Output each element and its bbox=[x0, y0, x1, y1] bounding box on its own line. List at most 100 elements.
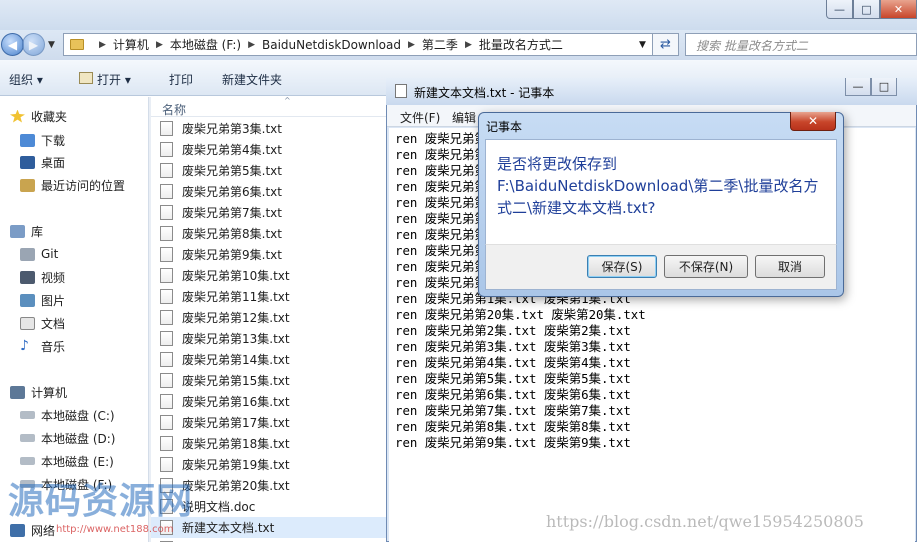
file-row[interactable]: 废柴兄弟第16集.txt bbox=[160, 391, 290, 412]
music-icon: ♪ bbox=[20, 337, 29, 354]
refresh-icon[interactable]: ⇄ bbox=[653, 33, 679, 56]
minimize-button[interactable]: — bbox=[826, 0, 853, 19]
maximize-button[interactable]: □ bbox=[853, 0, 880, 19]
menu-edit[interactable]: 编辑 bbox=[452, 109, 476, 126]
text-line: ren 废柴兄弟第5集.txt 废柴第5集.txt bbox=[395, 371, 631, 386]
file-row[interactable]: 废柴兄弟第15集.txt bbox=[160, 370, 290, 391]
text-file-icon bbox=[160, 394, 173, 409]
address-bar[interactable]: ▶ 计算机 ▶ 本地磁盘 (F:) ▶ BaiduNetdiskDownload… bbox=[63, 33, 653, 56]
text-file-icon bbox=[160, 289, 173, 304]
file-row[interactable]: 废柴兄弟第9集.txt bbox=[160, 244, 282, 265]
git-icon bbox=[20, 247, 35, 261]
site-logo-watermark: 源码资源网 bbox=[8, 481, 194, 522]
nav-recent[interactable]: 最近访问的位置 bbox=[20, 175, 125, 195]
explorer-titlebar bbox=[0, 0, 917, 30]
menu-file[interactable]: 文件(F) bbox=[400, 109, 440, 126]
screen: — □ ✕ ◀ ▶ ▼ ▶ 计算机 ▶ 本地磁盘 (F:) ▶ BaiduNet… bbox=[0, 0, 917, 542]
breadcrumb-baidu[interactable]: BaiduNetdiskDownload bbox=[262, 38, 401, 52]
file-row[interactable]: 废柴兄弟第5集.txt bbox=[160, 160, 282, 181]
nav-documents[interactable]: 文档 bbox=[20, 313, 65, 333]
file-row[interactable]: 重命名.bat bbox=[160, 538, 242, 542]
notepad-maximize-button[interactable]: □ bbox=[871, 78, 897, 96]
address-dropdown-icon[interactable]: ▼ bbox=[639, 40, 646, 50]
computer-icon bbox=[10, 385, 25, 399]
search-input[interactable]: 搜索 批量改名方式二 bbox=[685, 33, 917, 56]
breadcrumb-computer[interactable]: 计算机 bbox=[113, 36, 149, 53]
column-header-name[interactable]: 名称 bbox=[151, 97, 386, 117]
nav-pictures[interactable]: 图片 bbox=[20, 290, 65, 310]
file-name: 废柴兄弟第18集.txt bbox=[182, 437, 290, 451]
new-folder-button[interactable]: 新建文件夹 bbox=[222, 71, 282, 88]
close-window-button[interactable]: ✕ bbox=[880, 0, 917, 19]
notepad-title: 新建文本文档.txt - 记事本 bbox=[414, 86, 555, 100]
file-row[interactable]: 废柴兄弟第3集.txt bbox=[160, 118, 282, 139]
text-line: ren 废柴兄弟第3集.txt 废柴第3集.txt bbox=[395, 339, 631, 354]
file-row[interactable]: 废柴兄弟第11集.txt bbox=[160, 286, 290, 307]
nav-git[interactable]: Git bbox=[20, 244, 58, 264]
network-icon bbox=[10, 523, 25, 537]
back-button[interactable]: ◀ bbox=[1, 33, 24, 56]
dont-save-button[interactable]: 不保存(N) bbox=[664, 255, 748, 278]
desktop-icon bbox=[20, 155, 35, 169]
notepad-titlebar[interactable]: 新建文本文档.txt - 记事本 bbox=[386, 78, 917, 105]
nav-libraries[interactable]: 库 bbox=[10, 221, 43, 241]
chevron-right-icon: ▶ bbox=[248, 39, 255, 50]
video-icon bbox=[20, 270, 35, 284]
nav-desktop[interactable]: 桌面 bbox=[20, 152, 65, 172]
recent-places-icon bbox=[20, 178, 35, 192]
dialog-message: 是否将更改保存到 F:\BaiduNetdiskDownload\第二季\批量改… bbox=[497, 155, 819, 217]
notepad-minimize-button[interactable]: — bbox=[845, 78, 871, 96]
cancel-button[interactable]: 取消 bbox=[755, 255, 825, 278]
file-name: 废柴兄弟第12集.txt bbox=[182, 311, 290, 325]
open-button[interactable]: 打开 ▾ bbox=[97, 71, 131, 88]
file-row[interactable]: 废柴兄弟第10集.txt bbox=[160, 265, 290, 286]
text-file-icon bbox=[160, 331, 173, 346]
nav-videos[interactable]: 视频 bbox=[20, 267, 65, 287]
text-file-icon bbox=[160, 415, 173, 430]
breadcrumb-current[interactable]: 批量改名方式二 bbox=[479, 36, 563, 53]
text-line: ren 废柴兄弟第2集.txt 废柴第2集.txt bbox=[395, 323, 631, 338]
nav-drive-e[interactable]: 本地磁盘 (E:) bbox=[20, 451, 114, 471]
file-name: 废柴兄弟第17集.txt bbox=[182, 416, 290, 430]
file-name: 新建文本文档.txt bbox=[182, 521, 275, 535]
chevron-right-icon: ▶ bbox=[99, 39, 106, 50]
nav-drive-c[interactable]: 本地磁盘 (C:) bbox=[20, 405, 115, 425]
file-row[interactable]: 废柴兄弟第18集.txt bbox=[160, 433, 290, 454]
nav-computer[interactable]: 计算机 bbox=[10, 382, 67, 402]
file-name: 废柴兄弟第16集.txt bbox=[182, 395, 290, 409]
breadcrumb-season2[interactable]: 第二季 bbox=[422, 36, 458, 53]
chevron-right-icon: ▶ bbox=[408, 39, 415, 50]
history-dropdown-icon[interactable]: ▼ bbox=[48, 40, 55, 50]
breadcrumb-drive-f[interactable]: 本地磁盘 (F:) bbox=[170, 36, 241, 53]
text-line: ren 废柴兄弟第7集.txt 废柴第7集.txt bbox=[395, 403, 631, 418]
file-row[interactable]: 废柴兄弟第14集.txt bbox=[160, 349, 290, 370]
file-row[interactable]: 废柴兄弟第12集.txt bbox=[160, 307, 290, 328]
file-row[interactable]: 废柴兄弟第7集.txt bbox=[160, 202, 282, 223]
text-file-icon bbox=[160, 247, 173, 262]
document-icon bbox=[20, 316, 35, 330]
print-button[interactable]: 打印 bbox=[169, 71, 193, 88]
file-row[interactable]: 废柴兄弟第17集.txt bbox=[160, 412, 290, 433]
chevron-right-icon: ▶ bbox=[155, 39, 163, 50]
star-icon bbox=[10, 109, 25, 123]
file-row[interactable]: 废柴兄弟第4集.txt bbox=[160, 139, 282, 160]
text-file-icon bbox=[160, 121, 173, 136]
nav-drive-d[interactable]: 本地磁盘 (D:) bbox=[20, 428, 115, 448]
file-row[interactable]: 废柴兄弟第13集.txt bbox=[160, 328, 290, 349]
organize-button[interactable]: 组织 ▾ bbox=[9, 71, 43, 88]
save-button[interactable]: 保存(S) bbox=[587, 255, 657, 278]
file-name: 废柴兄弟第14集.txt bbox=[182, 353, 290, 367]
nav-music[interactable]: ♪ 音乐 bbox=[20, 336, 65, 356]
file-row[interactable]: 废柴兄弟第8集.txt bbox=[160, 223, 282, 244]
text-file-icon bbox=[160, 163, 173, 178]
drive-icon bbox=[20, 434, 35, 442]
nav-downloads[interactable]: 下载 bbox=[20, 130, 65, 150]
nav-favorites[interactable]: 收藏夹 bbox=[10, 106, 67, 126]
file-name: 废柴兄弟第15集.txt bbox=[182, 374, 290, 388]
file-row[interactable]: 废柴兄弟第6集.txt bbox=[160, 181, 282, 202]
dialog-close-button[interactable]: ✕ bbox=[790, 112, 836, 131]
drive-icon bbox=[20, 457, 35, 465]
blog-url-watermark: https://blog.csdn.net/qwe15954250805 bbox=[546, 512, 864, 531]
text-file-icon bbox=[160, 310, 173, 325]
forward-button[interactable]: ▶ bbox=[22, 33, 45, 56]
